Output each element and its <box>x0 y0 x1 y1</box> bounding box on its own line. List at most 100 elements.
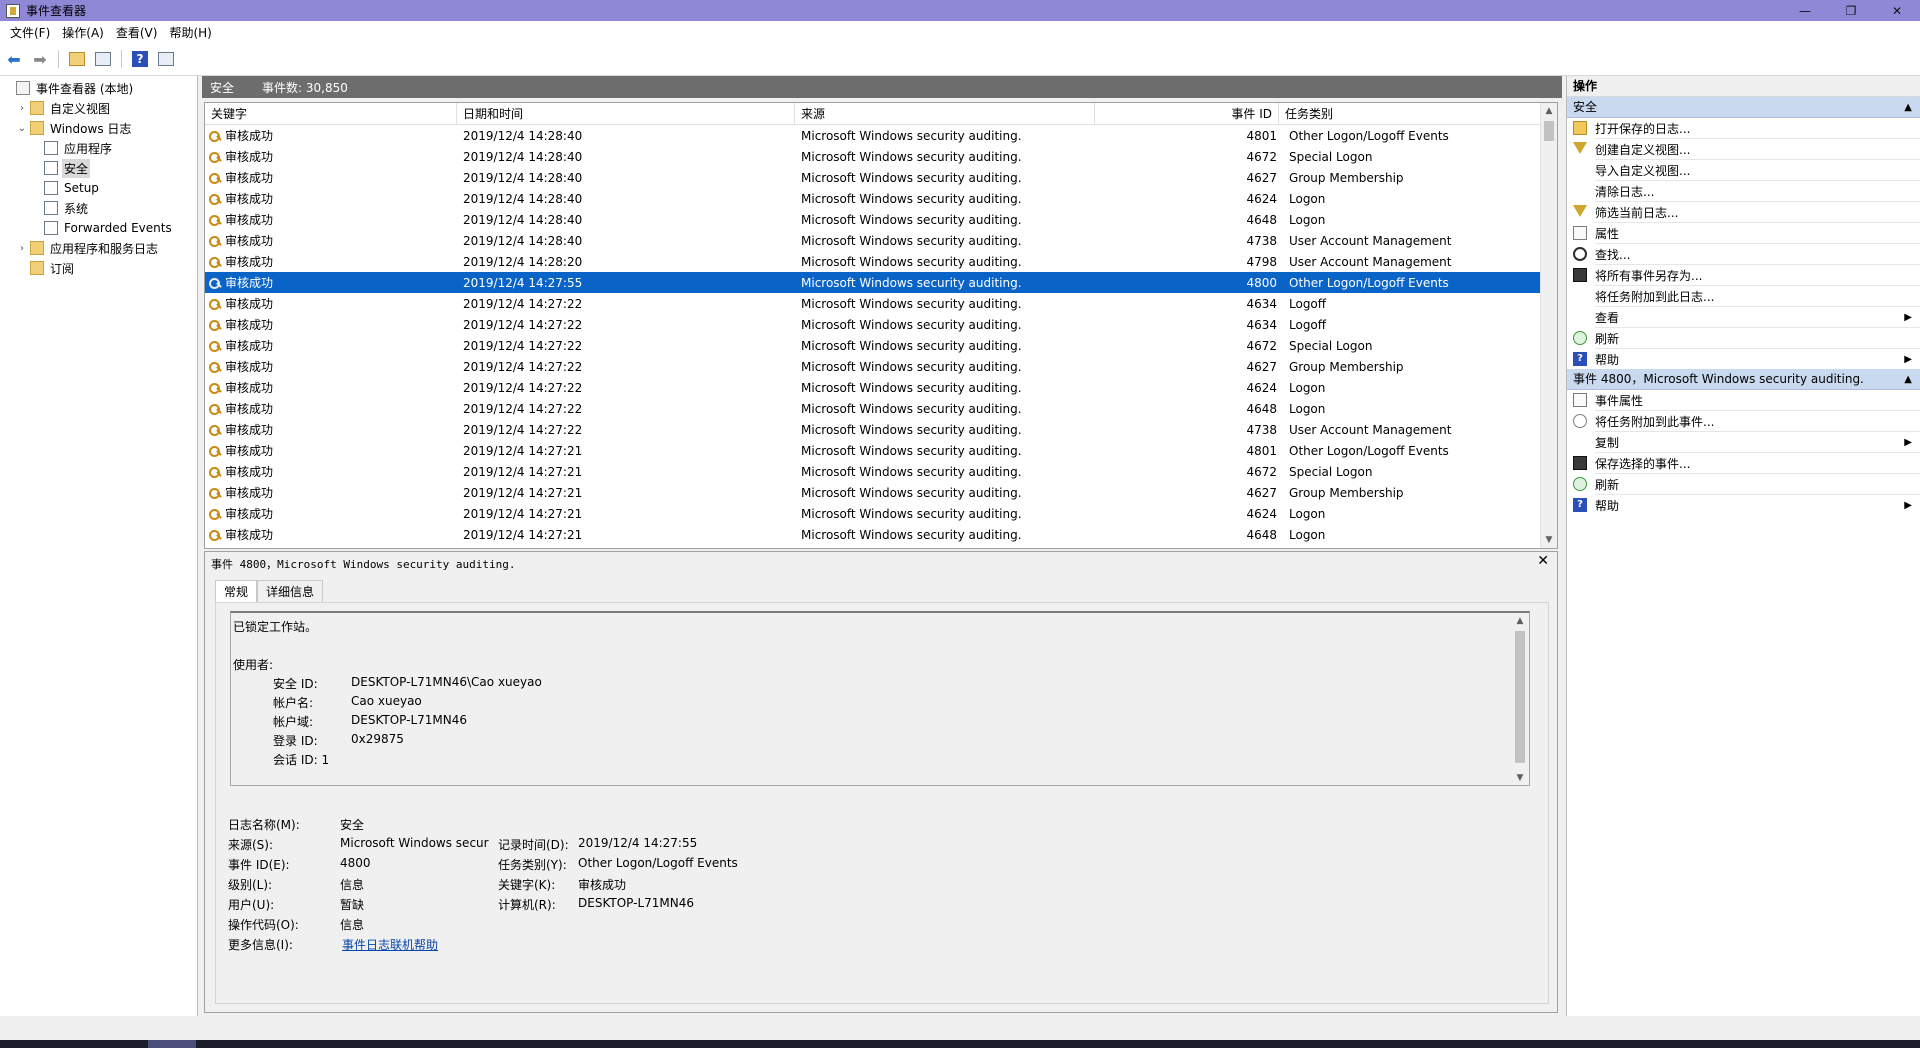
folder-up-icon[interactable] <box>67 49 87 69</box>
tree-item[interactable]: 事件查看器 (本地) <box>0 78 197 98</box>
action-item[interactable]: 导入自定义视图... <box>1567 160 1920 180</box>
event-row[interactable]: 审核成功 2019/12/4 14:27:55 Microsoft Windows … <box>205 272 1541 293</box>
action-item[interactable]: 筛选当前日志... <box>1567 202 1920 222</box>
column-datetime[interactable]: 日期和时间 <box>457 103 795 125</box>
scroll-down-icon[interactable]: ▼ <box>1512 770 1528 785</box>
restore-button[interactable]: ❐ <box>1828 0 1874 21</box>
event-keyword: 审核成功 <box>225 528 274 542</box>
chevron-right-icon[interactable]: › <box>16 243 28 254</box>
column-task-category[interactable]: 任务类别 <box>1279 103 1541 125</box>
event-task-category: Group Membership <box>1289 485 1404 500</box>
action-item[interactable]: 将所有事件另存为... <box>1567 265 1920 285</box>
chevron-right-icon[interactable]: › <box>16 103 28 114</box>
event-row[interactable]: 审核成功 2019/12/4 14:28:40 Microsoft Windows … <box>205 188 1541 209</box>
tree-item[interactable]: 应用程序 <box>0 138 197 158</box>
column-source[interactable]: 来源 <box>795 103 1095 125</box>
folder-icon <box>30 121 44 135</box>
action-item[interactable]: 复制 ▶ <box>1567 432 1920 452</box>
event-row[interactable]: 审核成功 2019/12/4 14:27:21 Microsoft Windows … <box>205 482 1541 503</box>
tree-item[interactable]: 安全 <box>0 158 197 178</box>
event-row[interactable]: 审核成功 2019/12/4 14:27:21 Microsoft Windows … <box>205 524 1541 545</box>
prop-task-label: 任务类别(Y): <box>498 858 567 872</box>
taskbar-active-app[interactable] <box>148 1040 196 1048</box>
event-row[interactable]: 审核成功 2019/12/4 14:27:22 Microsoft Windows … <box>205 335 1541 356</box>
scroll-thumb[interactable] <box>1515 631 1525 763</box>
action-item-label: 筛选当前日志... <box>1595 205 1679 220</box>
action-item[interactable]: 查看 ▶ <box>1567 307 1920 327</box>
actions-section-log[interactable]: 安全 ▲ <box>1567 97 1920 118</box>
online-help-link[interactable]: 事件日志联机帮助 <box>342 936 438 953</box>
scroll-down-icon[interactable]: ▼ <box>1541 532 1557 548</box>
event-row[interactable]: 审核成功 2019/12/4 14:28:40 Microsoft Windows … <box>205 146 1541 167</box>
help-icon[interactable]: ? <box>130 49 150 69</box>
chevron-down-icon[interactable]: ⌄ <box>16 123 28 134</box>
event-row[interactable]: 审核成功 2019/12/4 14:27:22 Microsoft Windows … <box>205 398 1541 419</box>
action-item[interactable]: 将任务附加到此事件... <box>1567 411 1920 431</box>
event-datetime: 2019/12/4 14:27:22 <box>463 338 583 353</box>
event-row[interactable]: 审核成功 2019/12/4 14:27:22 Microsoft Windows … <box>205 293 1541 314</box>
action-item[interactable]: ? 帮助 ▶ <box>1567 495 1920 515</box>
minimize-button[interactable]: — <box>1782 0 1828 21</box>
close-icon[interactable]: ✕ <box>1537 553 1549 569</box>
action-item[interactable]: 刷新 <box>1567 474 1920 494</box>
event-row[interactable]: 审核成功 2019/12/4 14:27:22 Microsoft Windows … <box>205 419 1541 440</box>
action-item[interactable]: ? 帮助 ▶ <box>1567 349 1920 369</box>
message-scrollbar[interactable]: ▲ ▼ <box>1512 613 1529 785</box>
actions-section-event[interactable]: 事件 4800，Microsoft Windows security audit… <box>1567 369 1920 390</box>
message-text: 已锁定工作站。 <box>233 620 318 634</box>
action-item[interactable]: 将任务附加到此日志... <box>1567 286 1920 306</box>
scroll-thumb[interactable] <box>1544 121 1554 141</box>
action-item[interactable]: 查找... <box>1567 244 1920 264</box>
menu-help[interactable]: 帮助(H) <box>163 24 217 41</box>
event-row[interactable]: 审核成功 2019/12/4 14:27:22 Microsoft Windows … <box>205 314 1541 335</box>
event-row[interactable]: 审核成功 2019/12/4 14:28:40 Microsoft Windows … <box>205 167 1541 188</box>
tree-item[interactable]: › 应用程序和服务日志 <box>0 238 197 258</box>
event-row[interactable]: 审核成功 2019/12/4 14:27:21 Microsoft Windows … <box>205 503 1541 524</box>
event-list[interactable]: 关键字 日期和时间 来源 事件 ID 任务类别 审核成功 2019/12/4 14… <box>204 102 1558 549</box>
event-row[interactable]: 审核成功 2019/12/4 14:27:22 Microsoft Windows … <box>205 356 1541 377</box>
event-row[interactable]: 审核成功 2019/12/4 14:28:40 Microsoft Windows … <box>205 125 1541 146</box>
console-tree-icon[interactable] <box>93 49 113 69</box>
action-item[interactable]: 保存选择的事件... <box>1567 453 1920 473</box>
tree-item[interactable]: Forwarded Events <box>0 218 197 238</box>
tree-item[interactable]: ⌄ Windows 日志 <box>0 118 197 138</box>
action-item-label: 查看 <box>1595 310 1620 325</box>
event-row[interactable]: 审核成功 2019/12/4 14:28:40 Microsoft Windows … <box>205 230 1541 251</box>
tree-item[interactable]: 系统 <box>0 198 197 218</box>
scroll-up-icon[interactable]: ▲ <box>1541 103 1557 119</box>
event-task-category: Other Logon/Logoff Events <box>1289 443 1449 458</box>
event-row[interactable]: 审核成功 2019/12/4 14:27:22 Microsoft Windows … <box>205 377 1541 398</box>
event-row[interactable]: 审核成功 2019/12/4 14:27:21 Microsoft Windows … <box>205 440 1541 461</box>
column-event-id[interactable]: 事件 ID <box>1095 103 1279 125</box>
scroll-up-icon[interactable]: ▲ <box>1512 613 1528 629</box>
event-datetime: 2019/12/4 14:28:40 <box>463 212 583 227</box>
tree-item[interactable]: › 自定义视图 <box>0 98 197 118</box>
tab-general[interactable]: 常规 <box>215 580 258 602</box>
tab-details[interactable]: 详细信息 <box>257 580 324 602</box>
action-item[interactable]: 属性 <box>1567 223 1920 243</box>
forward-arrow-icon[interactable]: ➡ <box>30 49 50 69</box>
event-list-scrollbar[interactable]: ▲ ▼ <box>1540 103 1557 548</box>
action-pane-icon[interactable] <box>156 49 176 69</box>
event-datetime: 2019/12/4 14:28:40 <box>463 191 583 206</box>
close-button[interactable]: ✕ <box>1874 0 1920 21</box>
back-arrow-icon[interactable]: ⬅ <box>4 49 24 69</box>
event-row[interactable]: 审核成功 2019/12/4 14:28:20 Microsoft Windows … <box>205 251 1541 272</box>
event-row[interactable]: 审核成功 2019/12/4 14:28:40 Microsoft Windows … <box>205 209 1541 230</box>
action-item[interactable]: 事件属性 <box>1567 390 1920 410</box>
event-message[interactable]: 已锁定工作站。 使用者: 安全 ID: DESKTOP-L71MN46\Cao … <box>230 611 1530 786</box>
action-item[interactable]: 刷新 <box>1567 328 1920 348</box>
tree-item[interactable]: Setup <box>0 178 197 198</box>
column-keywords[interactable]: 关键字 <box>205 103 457 125</box>
collapse-icon[interactable]: ▲ <box>1904 97 1912 118</box>
action-item-label: 清除日志... <box>1595 184 1655 199</box>
action-item[interactable]: 打开保存的日志... <box>1567 118 1920 138</box>
menu-view[interactable]: 查看(V) <box>110 24 164 41</box>
collapse-icon[interactable]: ▲ <box>1904 369 1912 390</box>
tree-item[interactable]: 订阅 <box>0 258 197 278</box>
action-item[interactable]: 创建自定义视图... <box>1567 139 1920 159</box>
event-row[interactable]: 审核成功 2019/12/4 14:27:21 Microsoft Windows … <box>205 461 1541 482</box>
action-item[interactable]: 清除日志... <box>1567 181 1920 201</box>
menu-file[interactable]: 文件(F) <box>4 24 56 41</box>
menu-action[interactable]: 操作(A) <box>56 24 110 41</box>
